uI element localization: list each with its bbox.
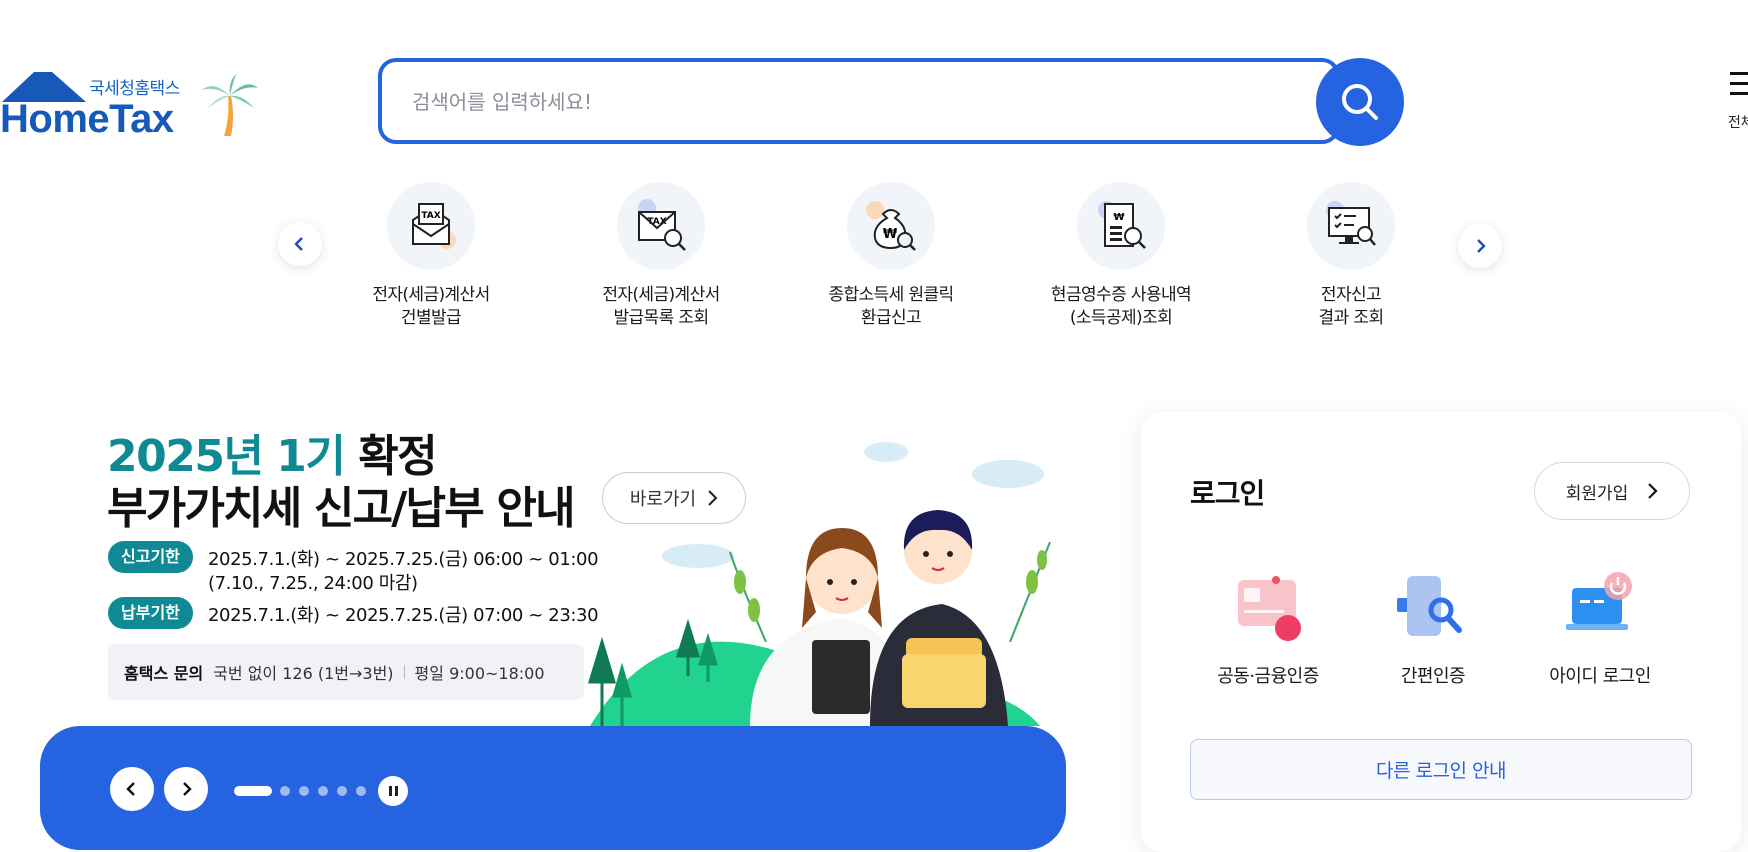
slide-indicator-active[interactable]	[234, 786, 272, 796]
svg-text:₩: ₩	[1113, 212, 1124, 223]
search-button[interactable]	[1316, 58, 1404, 146]
id-login-laptop-icon	[1560, 570, 1640, 642]
inquiry-phone: 국번 없이 126 (1번→3번)	[213, 664, 394, 683]
chevron-right-icon	[183, 782, 192, 796]
pause-button[interactable]	[378, 776, 408, 806]
quick-menu-label-line1: 현금영수증 사용내역	[1050, 285, 1192, 305]
hometax-logo[interactable]: 국세청홈택스 HomeTax	[0, 64, 260, 144]
pause-icon	[388, 786, 392, 796]
tax-document-search-icon: TAX	[617, 182, 705, 270]
chevron-left-icon	[126, 782, 135, 796]
slide-indicator[interactable]	[337, 786, 347, 796]
inquiry-box: 홈택스 문의 국번 없이 126 (1번→3번) 평일 9:00~18:00	[108, 644, 584, 700]
quick-menu-label-line2: 환급신고	[860, 308, 922, 328]
payment-period: 2025.7.1.(화) ~ 2025.7.25.(금) 07:00 ~ 23:…	[208, 605, 599, 626]
menu-icon	[1730, 72, 1748, 95]
signup-button[interactable]: 회원가입	[1534, 462, 1690, 520]
search-icon	[1342, 84, 1378, 120]
chevron-right-icon	[1648, 483, 1658, 499]
quick-menu-next-button[interactable]	[1458, 224, 1502, 268]
certificate-card-icon	[1228, 570, 1308, 642]
quick-menu-item[interactable]: TAX 전자(세금)계산서건별발급	[331, 182, 531, 330]
all-menu-label: 전체	[1728, 115, 1748, 131]
certificate-login-option[interactable]: 공동·금융인증	[1188, 570, 1348, 688]
chevron-left-icon	[294, 237, 303, 251]
quick-menu-label-line2: 결과 조회	[1318, 308, 1385, 328]
id-login-label: 아이디 로그인	[1549, 666, 1651, 687]
logo-text: HomeTax	[0, 97, 174, 141]
quick-menu-label-line2: (소득공제)조회	[1069, 308, 1173, 328]
money-bag-search-icon: ₩	[847, 182, 935, 270]
inquiry-label: 홈택스 문의	[124, 664, 204, 683]
quick-menu-label-line2: 발급목록 조회	[613, 308, 709, 328]
id-login-option[interactable]: 아이디 로그인	[1520, 570, 1680, 688]
tax-envelope-icon: TAX	[387, 182, 475, 270]
divider	[403, 665, 405, 679]
slide-indicator[interactable]	[280, 786, 290, 796]
monitor-search-icon	[1307, 182, 1395, 270]
svg-text:₩: ₩	[883, 227, 898, 242]
filing-period: 2025.7.1.(화) ~ 2025.7.25.(금) 06:00 ~ 01:…	[208, 549, 599, 570]
quick-menu-label-line1: 전자신고	[1320, 285, 1382, 305]
signup-label: 회원가입	[1565, 483, 1629, 504]
quick-menu-item[interactable]: ₩ 종합소득세 원클릭환급신고	[791, 182, 991, 330]
slide-indicator[interactable]	[356, 786, 366, 796]
quick-menu-item[interactable]: ₩ 현금영수증 사용내역 (소득공제)조회	[1021, 182, 1221, 330]
certificate-login-label: 공동·금융인증	[1217, 666, 1319, 687]
all-menu-button[interactable]: 전체	[1728, 70, 1748, 131]
simple-auth-option[interactable]: 간편인증	[1353, 570, 1513, 688]
quick-menu-item[interactable]: TAX 전자(세금)계산서발급목록 조회	[561, 182, 761, 330]
banner-illustration	[587, 442, 1051, 726]
quick-menu-label-line1: 전자(세금)계산서	[372, 285, 490, 305]
svg-text:TAX: TAX	[421, 211, 440, 221]
slide-indicator[interactable]	[299, 786, 309, 796]
payment-deadline-badge: 납부기한	[108, 597, 193, 629]
login-title: 로그인	[1190, 477, 1265, 510]
other-login-guide-button[interactable]: 다른 로그인 안내	[1190, 739, 1692, 800]
search-input[interactable]	[412, 82, 1292, 122]
banner-next-button[interactable]	[164, 767, 208, 811]
slide-indicator[interactable]	[318, 786, 328, 796]
quick-menu-prev-button[interactable]	[278, 222, 322, 266]
quick-menu-item[interactable]: 전자신고결과 조회	[1251, 182, 1451, 330]
palm-tree-icon	[202, 74, 258, 136]
quick-menu-label-line1: 전자(세금)계산서	[602, 285, 720, 305]
simple-auth-icon	[1393, 570, 1473, 642]
filing-note: (7.10., 7.25., 24:00 마감)	[208, 573, 418, 594]
receipt-search-icon: ₩	[1077, 182, 1165, 270]
filing-deadline-badge: 신고기한	[108, 541, 193, 573]
inquiry-hours: 평일 9:00~18:00	[414, 664, 545, 683]
quick-menu-label-line2: 건별발급	[400, 308, 462, 328]
banner-title-line2: 부가가치세 신고/납부 안내	[107, 483, 576, 534]
banner-prev-button[interactable]	[110, 767, 154, 811]
pause-icon	[394, 786, 398, 796]
quick-menu-label-line1: 종합소득세 원클릭	[828, 285, 954, 305]
logo-subtitle: 국세청홈택스	[89, 79, 180, 99]
simple-auth-label: 간편인증	[1400, 666, 1466, 687]
search-box	[378, 58, 1340, 144]
chevron-right-icon	[1477, 239, 1486, 253]
